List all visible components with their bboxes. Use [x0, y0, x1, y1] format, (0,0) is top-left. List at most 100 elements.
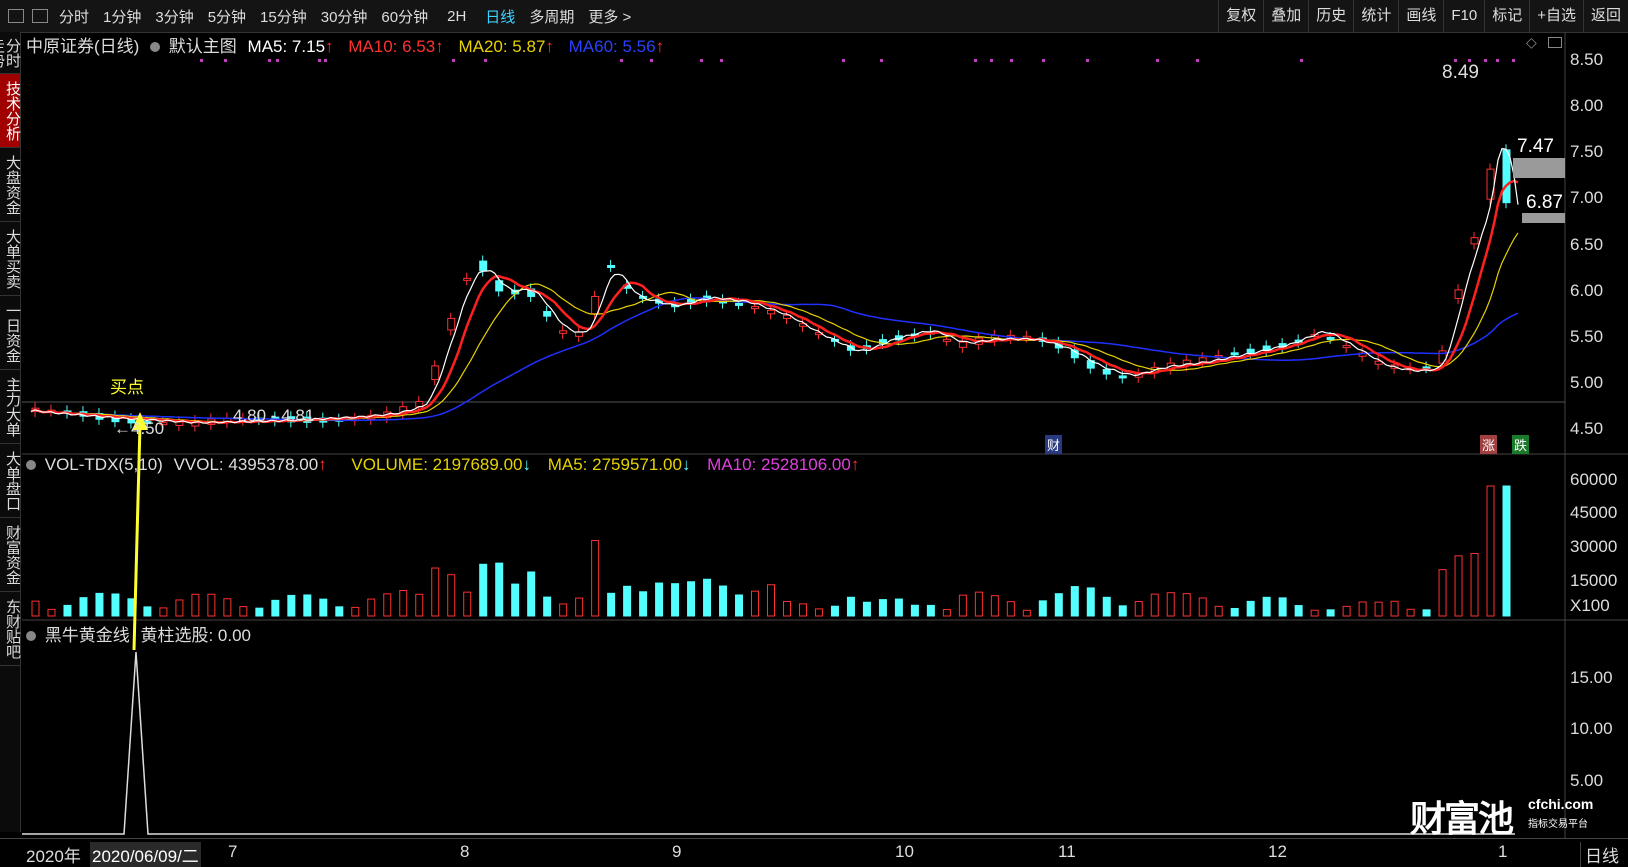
volume-bar [1118, 605, 1127, 617]
volume-bar [239, 606, 248, 617]
ma20-line [30, 232, 1519, 423]
finance-marker[interactable]: 财 [1045, 435, 1063, 454]
template-name[interactable]: 默认主图 [169, 37, 237, 56]
volume-bar [543, 596, 552, 617]
ma60-arrow: ↑ [655, 37, 665, 56]
panel-toggle-icon[interactable] [1548, 37, 1562, 48]
volume-bar [1422, 609, 1431, 617]
volume-bar [926, 604, 935, 617]
volume-bar [399, 589, 408, 617]
ind-tick-10: 10.00 [1570, 719, 1613, 738]
indicator-name[interactable]: 黑牛黄金线 [45, 626, 130, 645]
signal-dot [1010, 59, 1013, 62]
fall-marker[interactable]: 跌 [1512, 435, 1530, 454]
signal-dot [990, 59, 993, 62]
volume-bar [47, 608, 56, 617]
volume-bars [31, 485, 1511, 617]
indicator-chart-header: 黑牛黄金线 黄柱选股: 0.00 [26, 621, 251, 646]
volume-bar [271, 599, 280, 617]
y-tick-850: 8.50 [1570, 50, 1604, 69]
vol-tick-60000: 60000 [1570, 470, 1618, 489]
buy-point-label: 买点 [110, 378, 144, 397]
volume-bar [319, 598, 328, 617]
signal-dot [452, 59, 455, 62]
volume-bar [431, 567, 440, 617]
month-label-8: 8 [460, 842, 470, 861]
volume-bar [1358, 601, 1367, 617]
period-label: 日线 [1580, 842, 1619, 867]
signal-dot [276, 59, 279, 62]
signal-dot [1042, 59, 1045, 62]
ma60-value: MA60: 5.56 [568, 37, 656, 56]
dropdown-circle-icon[interactable] [150, 42, 161, 52]
signal-dot [224, 59, 227, 62]
candle-body [447, 317, 456, 331]
volume-bar [1134, 601, 1143, 617]
volume-bar [63, 604, 72, 617]
candle-body [958, 341, 967, 348]
volume-bar [814, 608, 823, 617]
dropdown-circle-icon[interactable] [26, 631, 36, 641]
signal-dot [1196, 59, 1199, 62]
date-axis [0, 838, 1628, 865]
watermark-domain: cfchi.com [1528, 796, 1594, 812]
indicator-line [22, 651, 1515, 835]
kline-chart-canvas[interactable] [0, 0, 1628, 864]
signal-dot [1156, 59, 1159, 62]
month-label-12: 12 [1268, 842, 1287, 861]
volume-bar [830, 605, 839, 617]
ma10-arrow: ↑ [435, 37, 444, 56]
volume-value: VOLUME: 2197689.00 [351, 455, 523, 474]
volume-bar [1022, 609, 1031, 617]
vol-ma10-value: MA10: 2528106.00 [707, 455, 851, 474]
volume-bar [207, 593, 216, 617]
volume-bar [111, 593, 120, 617]
volume-bar [191, 593, 200, 617]
signal-dot [720, 59, 723, 62]
ma20-value: MA20: 5.87 [458, 37, 546, 56]
candle-body [767, 309, 776, 315]
vol-tick-30000: 30000 [1570, 537, 1618, 556]
volume-bar [623, 585, 632, 617]
volume-bar [751, 590, 760, 617]
watermark-logo: 财富池 [1410, 798, 1514, 839]
vvol-value: VVOL: 4395378.00 [173, 455, 319, 474]
volume-bar [703, 578, 712, 617]
stock-name[interactable]: 中原证券(日线) [26, 37, 139, 56]
price-label-687: 6.87 [1526, 192, 1563, 213]
y-tick-650: 6.50 [1570, 235, 1604, 254]
volume-bar [143, 606, 152, 617]
volume-bar [255, 607, 264, 617]
ma20-arrow: ↑ [545, 37, 554, 56]
month-label-7: 7 [228, 842, 238, 861]
rise-marker[interactable]: 涨 [1480, 435, 1498, 454]
volume-bar [958, 594, 967, 617]
dropdown-circle-icon[interactable] [26, 460, 36, 470]
candle-body [1326, 337, 1335, 341]
volume-bar [575, 597, 584, 617]
volume-bar [1502, 485, 1511, 617]
volume-bar [1230, 607, 1239, 617]
month-label-11: 11 [1058, 842, 1076, 861]
volume-bar [303, 594, 312, 617]
volume-indicator-name[interactable]: VOL-TDX(5,10) [45, 455, 163, 474]
volume-bar [223, 598, 232, 617]
volume-bar [1326, 609, 1335, 617]
signal-dot [268, 59, 271, 62]
volume-bar [511, 583, 520, 617]
volume-bar [1182, 593, 1191, 617]
volume-bar [798, 603, 807, 617]
signal-dot [318, 59, 321, 62]
candle-body [1118, 375, 1127, 379]
diamond-icon[interactable]: ◇ [1526, 34, 1537, 51]
price-box-687 [1522, 213, 1565, 223]
volume-bar [175, 599, 184, 617]
volume-bar [447, 574, 456, 617]
vol-unit: X100 [1570, 596, 1610, 615]
volume-bar [351, 606, 360, 617]
volume-bar [1278, 597, 1287, 617]
volume-bar [95, 592, 104, 617]
volume-bar [735, 594, 744, 617]
candle-body [1502, 149, 1511, 204]
indicator-spike [22, 651, 1515, 835]
